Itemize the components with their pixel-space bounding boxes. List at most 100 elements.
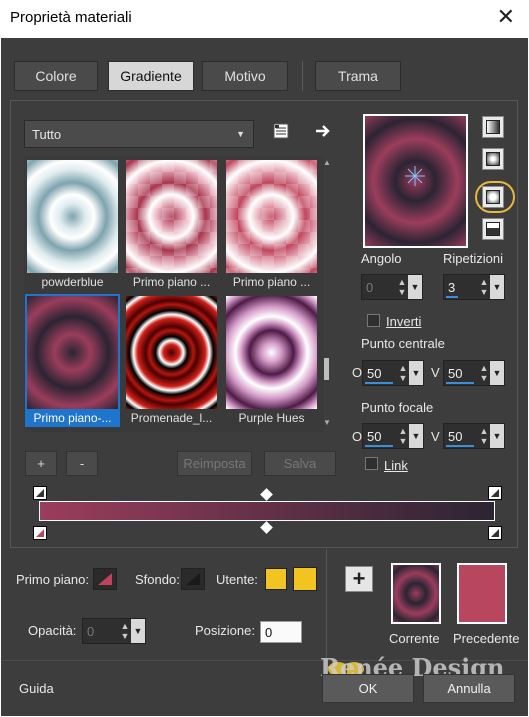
spin-arrows-icon[interactable]: ▲ ▼: [397, 426, 409, 446]
spin-arrows-icon[interactable]: ▲ ▼: [119, 621, 131, 641]
chevron-down-icon[interactable]: ▼: [408, 275, 422, 299]
linear-style-icon[interactable]: [482, 116, 504, 138]
repeats-field[interactable]: 3 ▲ ▼ ▼: [443, 274, 505, 300]
user-swatch-1[interactable]: [265, 568, 287, 590]
chevron-down-icon[interactable]: ▼: [409, 361, 423, 385]
ok-button[interactable]: OK: [322, 674, 414, 703]
angle-label: Angolo: [361, 251, 402, 266]
angle-value: 0: [366, 280, 374, 295]
category-dropdown[interactable]: Tutto ▼: [24, 120, 254, 148]
gradient-thumb[interactable]: Promenade_l...: [124, 294, 219, 427]
gradient-thumb[interactable]: Primo piano ...: [124, 158, 219, 291]
help-link[interactable]: Guida: [19, 681, 54, 696]
tab-divider: [302, 61, 303, 91]
user-swatch-2[interactable]: [293, 567, 317, 591]
angle-field[interactable]: 0 ▲ ▼ ▼: [361, 274, 423, 300]
focal-v-field[interactable]: 50 ▲ ▼ ▼: [443, 423, 505, 449]
focal-point-label: Punto focale: [361, 400, 434, 415]
add-gradient-button[interactable]: +: [25, 451, 57, 476]
center-o-field[interactable]: 50 ▲ ▼ ▼: [362, 360, 424, 386]
tab-gradiente[interactable]: Gradiente: [108, 61, 194, 91]
chevron-down-icon[interactable]: ▼: [131, 619, 145, 643]
position-label: Posizione:: [195, 623, 255, 638]
end-color-stop-top[interactable]: [488, 486, 502, 500]
spin-arrows-icon[interactable]: ▲ ▼: [478, 426, 490, 446]
previous-preview[interactable]: [459, 565, 505, 622]
spin-arrows-icon[interactable]: ▲ ▼: [396, 277, 408, 297]
remove-gradient-button[interactable]: -: [66, 451, 98, 476]
position-input[interactable]: 0: [260, 621, 302, 643]
thumb-caption: Promenade_l...: [130, 411, 213, 425]
gradient-thumb-selected[interactable]: Primo piano-...: [25, 294, 120, 427]
checker-overlay: [226, 160, 317, 273]
rectangular-style-icon[interactable]: [482, 148, 504, 170]
focal-o-value: 50: [367, 429, 382, 444]
spin-arrows-icon[interactable]: ▲ ▼: [397, 363, 409, 383]
opacity-value: 0: [87, 624, 95, 639]
position-value: 0: [265, 625, 273, 640]
current-preview[interactable]: [393, 565, 439, 622]
library-manager-icon[interactable]: [272, 122, 290, 140]
gradient-preview-promenade: [126, 296, 217, 409]
chevron-down-icon[interactable]: ▼: [490, 361, 504, 385]
focal-o-label: O: [352, 429, 363, 444]
start-color-stop-bottom[interactable]: [33, 526, 47, 540]
cancel-button[interactable]: Annulla: [423, 674, 515, 703]
chevron-down-icon[interactable]: ▼: [490, 275, 504, 299]
gradient-thumb[interactable]: Primo piano ...: [224, 158, 319, 291]
tab-colore[interactable]: Colore: [14, 61, 98, 91]
thumb-caption: Primo piano ...: [132, 275, 211, 289]
scrollbar-thumb[interactable]: [324, 358, 329, 380]
center-v-field[interactable]: 50 ▲ ▼ ▼: [443, 360, 505, 386]
focal-o-level-bar: [365, 445, 393, 447]
thumb-caption: Primo piano-...: [33, 411, 112, 425]
link-checkbox[interactable]: [365, 457, 378, 470]
previous-label: Precedente: [453, 631, 520, 646]
arrow-right-icon[interactable]: [314, 122, 332, 140]
background-swatch[interactable]: [181, 568, 205, 590]
gradient-bar[interactable]: [39, 501, 495, 521]
center-point-label: Punto centrale: [361, 336, 445, 351]
radial-style-icon[interactable]: [482, 218, 504, 240]
center-point-icon[interactable]: [405, 166, 425, 186]
invert-label: Inverti: [386, 314, 422, 329]
gradient-thumb[interactable]: powderblue: [25, 158, 120, 291]
repeats-label: Ripetizioni: [443, 251, 503, 266]
add-swatch-button[interactable]: +: [345, 566, 373, 592]
save-button[interactable]: Salva: [264, 451, 336, 476]
end-color-stop-bottom[interactable]: [488, 526, 502, 540]
chevron-down-icon[interactable]: ▼: [409, 424, 423, 448]
spin-arrows-icon[interactable]: ▲ ▼: [478, 363, 490, 383]
category-value: Tutto: [32, 127, 62, 142]
invert-checkbox[interactable]: [367, 314, 380, 327]
center-o-label: O: [352, 365, 363, 380]
opacity-field[interactable]: 0 ▲ ▼ ▼: [82, 618, 146, 644]
scroll-down-icon[interactable]: ▼: [323, 418, 331, 427]
current-preview-frame: [391, 563, 441, 624]
close-icon[interactable]: ✕: [497, 6, 515, 28]
thumb-caption: powderblue: [41, 275, 104, 289]
start-color-stop-top[interactable]: [33, 486, 47, 500]
focal-o-field[interactable]: 50 ▲ ▼ ▼: [362, 423, 424, 449]
focal-v-label: V: [431, 429, 440, 444]
reset-button[interactable]: Reimposta: [177, 451, 252, 476]
gradient-preview-powderblue: [27, 160, 118, 273]
repeats-value: 3: [448, 280, 456, 295]
spin-arrows-icon[interactable]: ▲ ▼: [478, 277, 490, 297]
focal-v-level-bar: [446, 445, 474, 447]
foreground-label: Primo piano:: [16, 572, 89, 587]
link-label: Link: [384, 458, 408, 473]
tab-motivo[interactable]: Motivo: [202, 61, 288, 91]
foreground-swatch[interactable]: [93, 568, 117, 590]
thumb-caption: Purple Hues: [238, 411, 305, 425]
tab-trama[interactable]: Trama: [315, 61, 401, 91]
title-bar: Proprietà materiali ✕: [0, 0, 529, 38]
checker-overlay: [126, 160, 217, 273]
gradient-thumb[interactable]: Purple Hues: [224, 294, 319, 427]
center-o-value: 50: [367, 366, 382, 381]
scroll-up-icon[interactable]: ▲: [323, 158, 331, 167]
background-label: Sfondo:: [135, 572, 180, 587]
center-v-label: V: [431, 365, 440, 380]
library-scrollbar[interactable]: ▲ ▼: [321, 158, 333, 430]
chevron-down-icon[interactable]: ▼: [490, 424, 504, 448]
